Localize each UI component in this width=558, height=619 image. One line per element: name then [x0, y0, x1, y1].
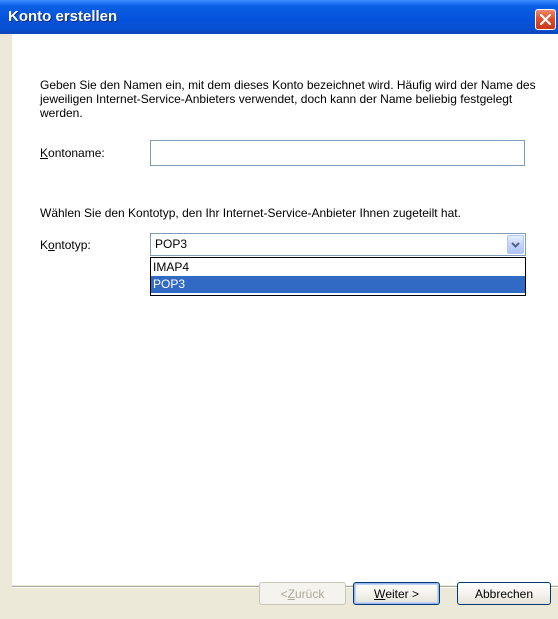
account-type-instruction: Wählen Sie den Kontotyp, den Ihr Interne… [40, 206, 461, 220]
cancel-button[interactable]: Abbrechen [457, 582, 551, 605]
create-account-dialog: Konto erstellen Geben Sie den Namen ein,… [0, 0, 558, 619]
back-button-rest: urück [295, 586, 325, 601]
next-button-rest: eiter > [385, 586, 419, 601]
intro-text: Geben Sie den Namen ein, mit dem dieses … [40, 78, 536, 120]
account-name-label-accesskey: K [40, 146, 49, 160]
dropdown-button[interactable] [507, 235, 524, 254]
next-button-accesskey: W [373, 586, 386, 601]
account-name-label: Kontoname: [40, 146, 105, 160]
account-name-input[interactable] [150, 140, 525, 166]
dropdown-option-imap4[interactable]: IMAP4 [151, 259, 525, 276]
account-type-select[interactable]: POP3 [150, 233, 526, 256]
account-type-label-first: K [40, 238, 49, 252]
title-bar[interactable]: Konto erstellen [0, 0, 558, 34]
back-button-prefix: < [280, 586, 288, 601]
back-button-accesskey: Z [287, 586, 295, 601]
account-type-label: Kontotyp: [40, 238, 91, 252]
dropdown-option-pop3[interactable]: POP3 [151, 276, 525, 293]
account-type-label-rest: ntotyp: [54, 238, 91, 252]
account-type-selected-value: POP3 [155, 237, 188, 251]
account-type-dropdown-list: IMAP4 POP3 [150, 257, 526, 296]
back-button[interactable]: < Zurück [259, 582, 346, 605]
account-type-label-accesskey: o [48, 238, 55, 252]
chevron-down-icon [511, 241, 520, 248]
close-button[interactable] [535, 9, 556, 30]
close-icon [540, 14, 551, 25]
next-button[interactable]: Weiter > [353, 582, 440, 605]
account-name-label-rest: ontoname: [48, 146, 105, 160]
window-title: Konto erstellen [8, 8, 118, 25]
